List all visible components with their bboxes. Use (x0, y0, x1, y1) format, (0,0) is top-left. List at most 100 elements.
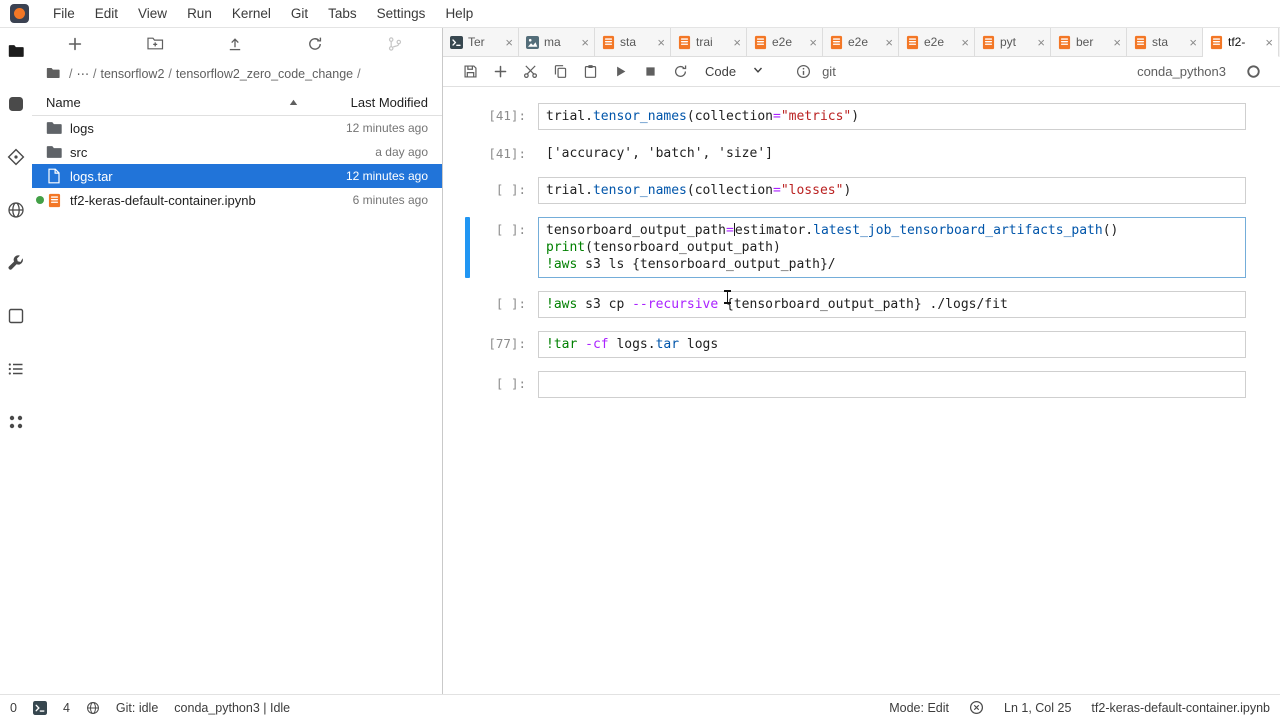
open-tabs-tab[interactable] (0, 307, 32, 327)
cell-type-dropdown[interactable]: Code (705, 64, 764, 79)
terminal-icon (450, 36, 463, 49)
restart-kernel-button[interactable] (665, 57, 695, 86)
close-icon[interactable]: × (1037, 36, 1045, 49)
cursor-position[interactable]: Ln 1, Col 25 (1004, 701, 1071, 715)
file-name: logs (70, 121, 338, 136)
terminal-icon[interactable] (33, 701, 47, 715)
active-cell-indicator[interactable] (465, 217, 470, 278)
tab-5-e2e[interactable]: e2e× (823, 28, 899, 57)
breadcrumb-part[interactable]: tensorflow2_zero_code_change (176, 67, 353, 81)
code-cell-2: [ ]:trial.tensor_names(collection="losse… (443, 177, 1280, 204)
tab-2-sta[interactable]: sta× (595, 28, 671, 57)
file-browser-tab[interactable] (0, 42, 32, 62)
close-icon[interactable]: × (657, 36, 665, 49)
menu-edit[interactable]: Edit (85, 0, 128, 27)
save-button[interactable] (455, 57, 485, 86)
tab-4-e2e[interactable]: e2e× (747, 28, 823, 57)
column-header-modified[interactable]: Last Modified (316, 95, 428, 110)
tab-9-sta[interactable]: sta× (1127, 28, 1203, 57)
tab-7-pyt[interactable]: pyt × (975, 28, 1051, 57)
breadcrumb-separator: / (93, 67, 96, 81)
tab-1-ma[interactable]: ma× (519, 28, 595, 57)
code-cell-3: [ ]:tensorboard_output_path=estimator.la… (443, 217, 1280, 278)
kernel-name[interactable]: conda_python3 (1137, 64, 1226, 79)
cut-cells-button[interactable] (515, 57, 545, 86)
breadcrumb-part[interactable]: ⋯ (76, 67, 89, 81)
paste-cells-button[interactable] (575, 57, 605, 86)
menu-run[interactable]: Run (177, 0, 222, 27)
cell-prompt: [77]: (443, 331, 538, 358)
cell-editor[interactable]: trial.tensor_names(collection="losses") (538, 177, 1246, 204)
kernel-status-text[interactable]: conda_python3 | Idle (174, 701, 290, 715)
endpoints-tab[interactable] (0, 201, 32, 221)
close-icon[interactable]: × (885, 36, 893, 49)
file-row-logs.tar[interactable]: logs.tar12 minutes ago (32, 164, 442, 188)
file-row-src[interactable]: srca day ago (32, 140, 442, 164)
cell-editor[interactable]: !aws s3 cp --recursive {tensorboard_outp… (538, 291, 1246, 318)
globe-icon[interactable] (86, 701, 100, 715)
chevron-down-icon (752, 64, 764, 79)
new-folder-button[interactable] (146, 36, 164, 54)
column-header-name[interactable]: Name (46, 95, 316, 110)
tab-0-ter[interactable]: Ter× (443, 28, 519, 57)
kernel-status-icon[interactable] (1238, 57, 1268, 86)
kernels-count[interactable]: 4 (63, 701, 70, 715)
menu-help[interactable]: Help (435, 0, 483, 27)
close-icon[interactable]: × (1113, 36, 1121, 49)
notebook-icon (46, 192, 62, 208)
circle-x-icon[interactable] (969, 700, 984, 715)
git-tab[interactable] (0, 148, 32, 168)
menu-settings[interactable]: Settings (367, 0, 436, 27)
cell-editor[interactable]: tensorboard_output_path=estimator.latest… (538, 217, 1246, 278)
close-icon[interactable]: × (961, 36, 969, 49)
home-folder-icon[interactable] (46, 67, 60, 79)
menu-git[interactable]: Git (281, 0, 318, 27)
add-cell-button[interactable] (485, 57, 515, 86)
cell-editor[interactable]: trial.tensor_names(collection="metrics") (538, 103, 1246, 130)
git-toolbar-button[interactable]: git (822, 64, 836, 79)
close-icon[interactable]: × (1189, 36, 1197, 49)
interrupt-kernel-button[interactable] (635, 57, 665, 86)
table-of-contents-tab[interactable] (0, 360, 32, 380)
upload-button[interactable] (226, 36, 244, 54)
plus-icon (67, 36, 83, 55)
copy-cells-button[interactable] (545, 57, 575, 86)
menu-view[interactable]: View (128, 0, 177, 27)
close-icon[interactable]: × (809, 36, 817, 49)
settings-tools-tab[interactable] (0, 254, 32, 274)
git-status[interactable]: Git: idle (116, 701, 158, 715)
new-launcher-button[interactable] (66, 36, 84, 54)
close-icon[interactable]: × (733, 36, 741, 49)
menu-tabs[interactable]: Tabs (318, 0, 367, 27)
extensions-tab[interactable] (0, 413, 32, 433)
notebook-toolbar: Code git conda_python3 (443, 57, 1280, 87)
terminals-count[interactable]: 0 (10, 701, 17, 715)
mode-indicator[interactable]: Mode: Edit (889, 701, 949, 715)
close-icon[interactable]: × (581, 36, 589, 49)
info-button[interactable] (788, 57, 818, 86)
cell-prompt: [ ]: (443, 291, 538, 318)
cell-editor[interactable] (538, 371, 1246, 398)
tab-6-e2e[interactable]: e2e× (899, 28, 975, 57)
tab-8-ber[interactable]: ber× (1051, 28, 1127, 57)
menu-kernel[interactable]: Kernel (222, 0, 281, 27)
file-row-tf2-keras-default-container.ipynb[interactable]: tf2-keras-default-container.ipynb6 minut… (32, 188, 442, 212)
notebook-icon (754, 35, 767, 50)
tab-label: pyt (1000, 35, 1032, 49)
app-logo-icon[interactable] (10, 4, 29, 23)
tab-3-trai[interactable]: trai× (671, 28, 747, 57)
menu-file[interactable]: File (43, 0, 85, 27)
cell-output: ['accuracy', 'batch', 'size'] (538, 143, 1246, 164)
refresh-button[interactable] (306, 36, 324, 54)
dock-tabbar: Ter×ma×sta×trai×e2e×e2e×e2e×pyt×ber×sta×… (443, 28, 1280, 57)
close-icon[interactable]: × (1265, 36, 1273, 49)
running-sessions-tab[interactable] (0, 95, 32, 115)
close-icon[interactable]: × (505, 36, 513, 49)
tab-10-tf2[interactable]: tf2-× (1203, 28, 1279, 57)
file-row-logs[interactable]: logs12 minutes ago (32, 116, 442, 140)
cell-prompt: [ ]: (443, 371, 538, 398)
breadcrumb-part[interactable]: tensorflow2 (100, 67, 164, 81)
cell-editor[interactable]: !tar -cf logs.tar logs (538, 331, 1246, 358)
run-cell-button[interactable] (605, 57, 635, 86)
cluster-icon (7, 413, 25, 434)
